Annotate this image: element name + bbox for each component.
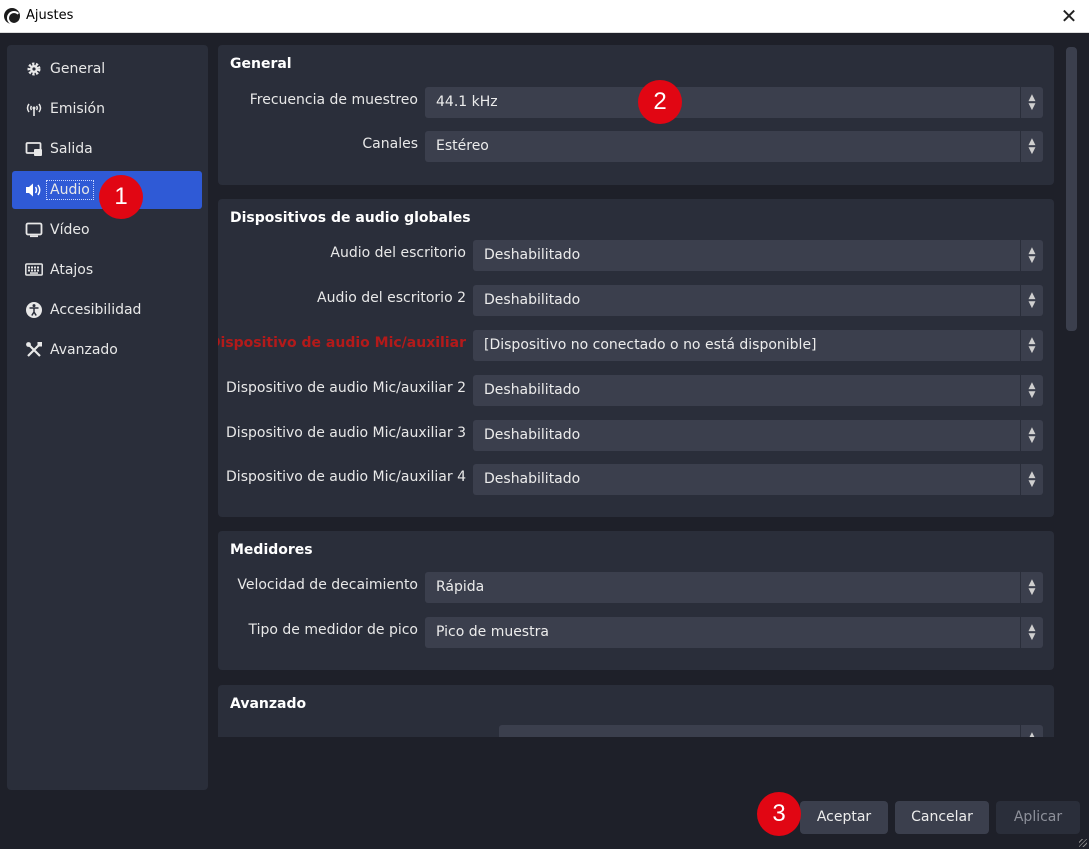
title-bar: Ajustes ✕	[0, 0, 1089, 33]
select-value: Deshabilitado	[484, 471, 581, 487]
updown-arrows-icon[interactable]: ▲▼	[1020, 375, 1043, 406]
broadcast-icon	[24, 101, 44, 117]
updown-arrows-icon[interactable]: ▲▼	[1020, 464, 1043, 495]
general-group: General Frecuencia de muestreo 44.1 kHz …	[218, 45, 1054, 185]
group-title: Dispositivos de audio globales	[230, 210, 471, 226]
annotation-badge-1: 1	[99, 175, 143, 219]
monitor-icon	[24, 222, 44, 238]
resize-grip-icon[interactable]	[1079, 839, 1087, 847]
sidebar-item-label: Accesibilidad	[50, 302, 142, 318]
content-scrollbar[interactable]	[1062, 45, 1082, 738]
select-value: Deshabilitado	[484, 292, 581, 308]
mic-aux-label: Dispositivo de audio Mic/auxiliar	[218, 335, 466, 351]
mic-aux-4-label: Dispositivo de audio Mic/auxiliar 4	[226, 469, 466, 485]
close-icon[interactable]: ✕	[1057, 4, 1081, 28]
mic-aux-4-select[interactable]: Deshabilitado ▲ ▼	[473, 464, 1043, 495]
sidebar-item-emision[interactable]: Emisión	[12, 90, 202, 128]
mic-aux-3-label: Dispositivo de audio Mic/auxiliar 3	[226, 425, 466, 441]
sidebar-item-label: Atajos	[50, 262, 94, 278]
sidebar-item-salida[interactable]: Salida	[12, 130, 202, 168]
accept-button[interactable]: Aceptar	[800, 801, 888, 834]
global-audio-devices-group: Dispositivos de audio globales Audio del…	[218, 199, 1054, 517]
updown-arrows-icon[interactable]: ▲▼	[1020, 285, 1043, 316]
group-title: Medidores	[230, 542, 313, 558]
tools-icon	[24, 341, 44, 359]
sidebar-item-general[interactable]: General	[12, 50, 202, 88]
sidebar-item-label: General	[50, 61, 106, 77]
obs-logo-icon	[4, 8, 21, 25]
select-value: Estéreo	[436, 138, 489, 154]
group-title: Avanzado	[230, 696, 307, 712]
meters-group: Medidores Velocidad de decaimiento Rápid…	[218, 531, 1054, 670]
advanced-group: Avanzado ▲▼	[218, 685, 1054, 737]
mic-aux-2-label: Dispositivo de audio Mic/auxiliar 2	[226, 380, 466, 396]
updown-arrows-icon[interactable]: ▲▼	[1020, 572, 1043, 603]
desktop-audio-2-select[interactable]: Deshabilitado ▲ ▼	[473, 285, 1043, 316]
select-value: Rápida	[436, 579, 485, 595]
select-value: [Dispositivo no conectado o no está disp…	[484, 337, 817, 353]
scroll-thumb[interactable]	[1066, 47, 1077, 331]
accessibility-icon	[24, 301, 44, 319]
updown-arrows-icon[interactable]: ▲▼	[1020, 420, 1043, 451]
annotation-badge-2: 2	[638, 80, 682, 124]
desktop-audio-2-label: Audio del escritorio 2	[317, 290, 466, 306]
updown-arrows-icon[interactable]: ▲▼	[1020, 240, 1043, 271]
channels-select[interactable]: Estéreo ▲ ▼	[425, 131, 1043, 162]
sidebar-item-label: Salida	[50, 141, 93, 157]
sample-rate-select[interactable]: 44.1 kHz ▲ ▼	[425, 87, 1043, 118]
select-value: Deshabilitado	[484, 427, 581, 443]
desktop-audio-select[interactable]: Deshabilitado ▲ ▼	[473, 240, 1043, 271]
speaker-icon	[24, 182, 44, 198]
sidebar-item-atajos[interactable]: Atajos	[12, 251, 202, 289]
advanced-monitoring-select[interactable]: ▲▼	[499, 725, 1043, 737]
group-title: General	[230, 56, 292, 72]
sidebar-item-label: Avanzado	[50, 342, 118, 358]
select-value: Pico de muestra	[436, 624, 549, 640]
updown-arrows-icon[interactable]: ▲▼	[1020, 725, 1043, 737]
select-value: Deshabilitado	[484, 382, 581, 398]
settings-content: General Frecuencia de muestreo 44.1 kHz …	[218, 45, 1055, 737]
output-icon	[24, 141, 44, 157]
window-title: Ajustes	[26, 8, 74, 23]
updown-arrows-icon[interactable]: ▲▼	[1020, 131, 1043, 162]
sidebar-item-avanzado[interactable]: Avanzado	[12, 331, 202, 369]
mic-aux-2-select[interactable]: Deshabilitado ▲ ▼	[473, 375, 1043, 406]
apply-button[interactable]: Aplicar	[996, 801, 1080, 834]
cancel-button[interactable]: Cancelar	[895, 801, 989, 834]
select-value: 44.1 kHz	[436, 94, 498, 110]
decay-rate-select[interactable]: Rápida ▲ ▼	[425, 572, 1043, 603]
annotation-badge-3: 3	[757, 792, 801, 836]
sidebar-item-accesibilidad[interactable]: Accesibilidad	[12, 291, 202, 329]
sample-rate-label: Frecuencia de muestreo	[249, 92, 418, 108]
mic-aux-3-select[interactable]: Deshabilitado ▲ ▼	[473, 420, 1043, 451]
desktop-audio-label: Audio del escritorio	[330, 245, 466, 261]
channels-label: Canales	[362, 136, 418, 152]
decay-rate-label: Velocidad de decaimiento	[237, 577, 418, 593]
peak-meter-label: Tipo de medidor de pico	[248, 622, 418, 638]
sidebar-item-label: Emisión	[50, 101, 105, 117]
select-value: Deshabilitado	[484, 247, 581, 263]
sidebar-item-video[interactable]: Vídeo	[12, 211, 202, 249]
sidebar-item-label: Vídeo	[50, 222, 90, 238]
updown-arrows-icon[interactable]: ▲▼	[1020, 87, 1043, 118]
settings-sidebar: General Emisión Salida Audio Vídeo Atajo…	[7, 45, 208, 790]
keyboard-icon	[24, 263, 44, 277]
peak-meter-select[interactable]: Pico de muestra ▲ ▼	[425, 617, 1043, 648]
sidebar-item-label: Audio	[46, 180, 94, 200]
gear-icon	[24, 61, 44, 77]
updown-arrows-icon[interactable]: ▲▼	[1020, 617, 1043, 648]
mic-aux-select[interactable]: [Dispositivo no conectado o no está disp…	[473, 330, 1043, 361]
updown-arrows-icon[interactable]: ▲▼	[1020, 330, 1043, 361]
